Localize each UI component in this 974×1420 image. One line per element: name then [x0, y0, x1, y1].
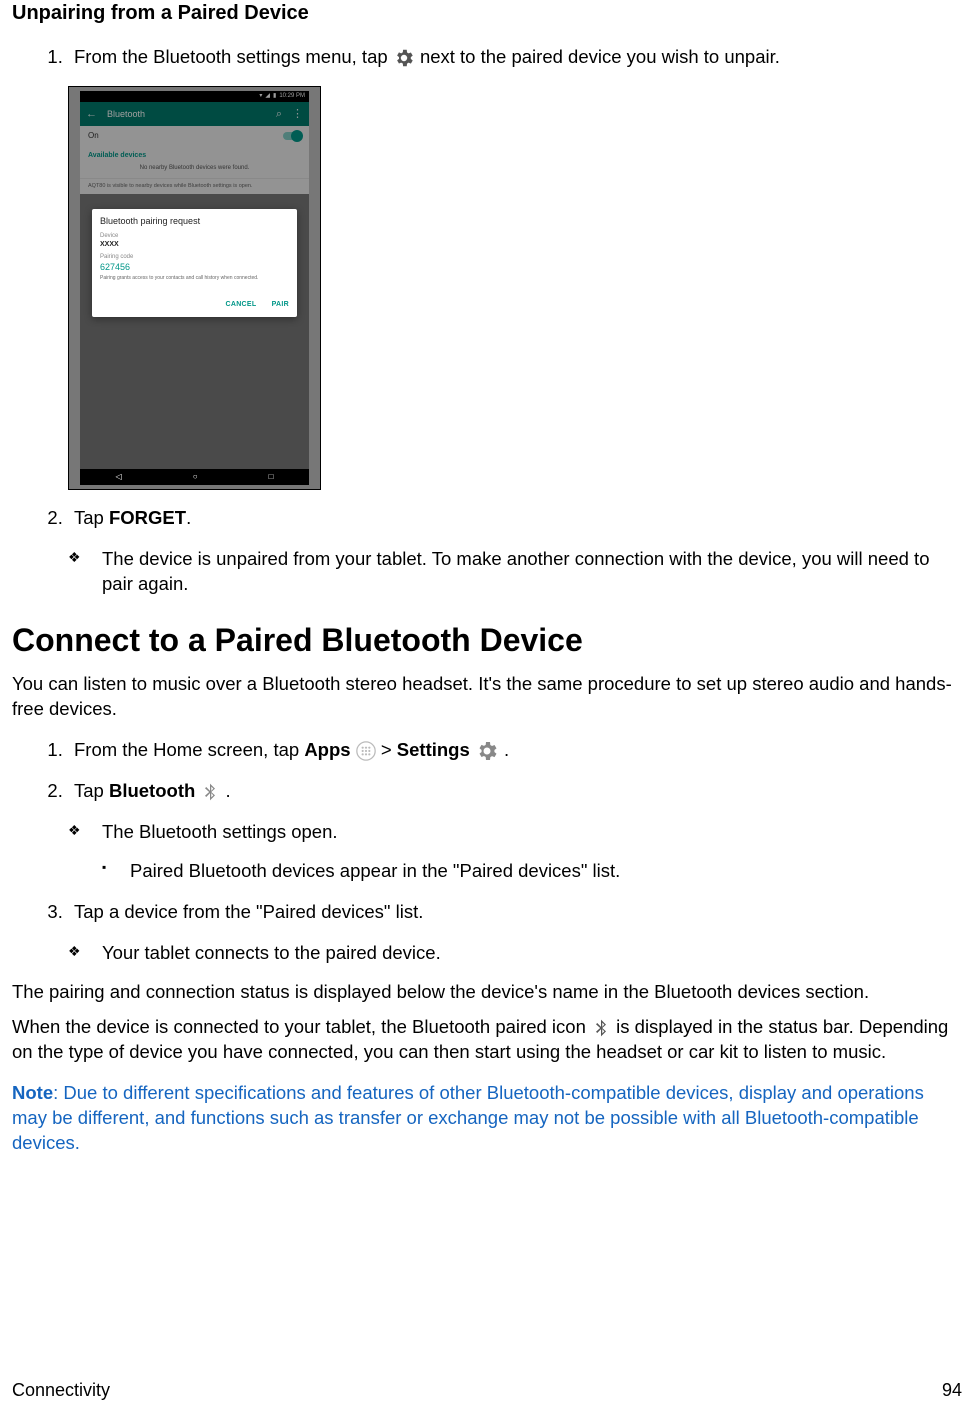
forget-label: FORGET — [109, 507, 186, 528]
gear-icon — [393, 47, 415, 69]
c2-sub1a: Paired Bluetooth devices appear in the "… — [130, 859, 962, 884]
nav-home-icon[interactable]: ○ — [193, 472, 198, 483]
steps-connect-cont: Tap a device from the "Paired devices" l… — [12, 900, 962, 925]
note-paragraph: Note: Due to different specifications an… — [12, 1081, 962, 1156]
footer-section-name: Connectivity — [12, 1378, 110, 1402]
apps-icon — [356, 741, 376, 761]
steps-connect: From the Home screen, tap Apps > Setting… — [12, 738, 962, 804]
device-label: Device — [100, 232, 289, 240]
page-footer: Connectivity 94 — [12, 1378, 962, 1402]
c2-sub1: The Bluetooth settings open. — [96, 820, 962, 845]
bluetooth-paired-icon — [591, 1017, 611, 1039]
device-value: XXXX — [100, 240, 289, 249]
status-paragraph: The pairing and connection status is dis… — [12, 980, 962, 1005]
icon-para-a: When the device is connected to your tab… — [12, 1016, 591, 1037]
c1-a: From the Home screen, tap — [74, 739, 304, 760]
apps-label: Apps — [304, 739, 350, 760]
connect-step-2-subnotes: Paired Bluetooth devices appear in the "… — [12, 859, 962, 884]
pairing-code: 627456 — [100, 261, 289, 273]
settings-gear-icon — [475, 739, 499, 763]
heading-connect: Connect to a Paired Bluetooth Device — [12, 619, 962, 662]
steps-unpairing-cont: Tap FORGET. — [12, 506, 962, 531]
settings-label: Settings — [397, 739, 470, 760]
connect-step-2: Tap Bluetooth . — [68, 779, 962, 804]
bluetooth-label: Bluetooth — [109, 780, 195, 801]
intro-connect: You can listen to music over a Bluetooth… — [12, 672, 962, 722]
nav-recent-icon[interactable]: □ — [269, 472, 274, 483]
connect-step-1: From the Home screen, tap Apps > Setting… — [68, 738, 962, 763]
pairing-dialog: Bluetooth pairing request Device XXXX Pa… — [92, 209, 297, 317]
icon-paragraph: When the device is connected to your tab… — [12, 1015, 962, 1065]
c3-sub: Your tablet connects to the paired devic… — [96, 941, 962, 966]
step-2-text-a: Tap — [74, 507, 109, 528]
step-2-note: The device is unpaired from your tablet.… — [96, 547, 962, 597]
cancel-button[interactable]: CANCEL — [225, 301, 256, 308]
c2-end: . — [220, 780, 230, 801]
note-label: Note — [12, 1082, 53, 1103]
step-2-text-b: . — [186, 507, 191, 528]
bluetooth-icon — [200, 781, 220, 803]
steps-unpairing: From the Bluetooth settings menu, tap ne… — [12, 45, 962, 70]
screenshot-bluetooth-pairing: ▾ ◢ ▮ 10:29 PM ← Bluetooth ⌕ ⋮ On Availa… — [68, 86, 321, 490]
nav-back-icon[interactable]: ◁ — [116, 472, 122, 483]
connect-step-2-notes: The Bluetooth settings open. — [12, 820, 962, 845]
c1-end: . — [499, 739, 509, 760]
dialog-title: Bluetooth pairing request — [100, 215, 289, 227]
step-1-text-a: From the Bluetooth settings menu, tap — [74, 46, 393, 67]
pair-button[interactable]: PAIR — [272, 301, 289, 308]
connect-step-3: Tap a device from the "Paired devices" l… — [68, 900, 962, 925]
code-label: Pairing code — [100, 253, 289, 261]
footer-page-number: 94 — [942, 1378, 962, 1402]
heading-unpairing: Unpairing from a Paired Device — [12, 0, 962, 27]
c2-a: Tap — [74, 780, 109, 801]
pairing-hint: Pairing grants access to your contacts a… — [100, 275, 289, 282]
step-1-text-b: next to the paired device you wish to un… — [420, 46, 780, 67]
note-body: : Due to different specifications and fe… — [12, 1082, 924, 1153]
step-2: Tap FORGET. — [68, 506, 962, 531]
nav-bar: ◁ ○ □ — [80, 469, 309, 485]
step-1: From the Bluetooth settings menu, tap ne… — [68, 45, 962, 70]
connect-step-3-notes: Your tablet connects to the paired devic… — [12, 941, 962, 966]
c1-gt: > — [376, 739, 397, 760]
step-2-notes: The device is unpaired from your tablet.… — [12, 547, 962, 597]
